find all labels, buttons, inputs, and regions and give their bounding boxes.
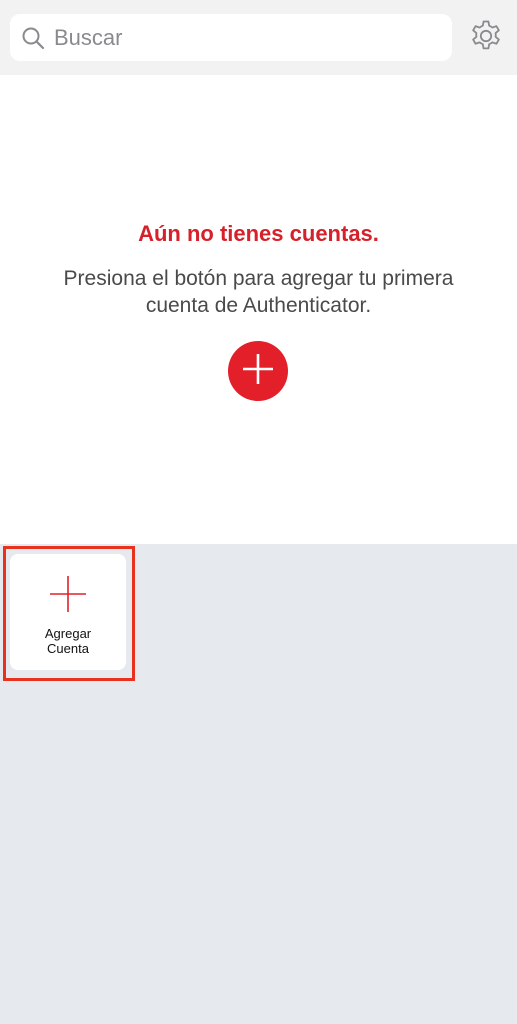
plus-icon bbox=[49, 575, 87, 613]
settings-button[interactable] bbox=[466, 18, 506, 58]
search-box[interactable] bbox=[10, 14, 452, 61]
tile-label-line2: Cuenta bbox=[47, 641, 89, 656]
empty-state-title: Aún no tienes cuentas. bbox=[138, 221, 379, 246]
empty-state-description: Presiona el botón para agregar tu primer… bbox=[63, 267, 454, 317]
add-account-tile-label: Agregar Cuenta bbox=[10, 626, 126, 656]
search-icon bbox=[20, 25, 46, 51]
tile-label-line1: Agregar bbox=[44, 626, 92, 641]
add-account-button[interactable] bbox=[228, 341, 288, 401]
add-account-tile[interactable]: Agregar Cuenta bbox=[10, 554, 126, 670]
plus-icon bbox=[240, 351, 276, 392]
search-input[interactable] bbox=[54, 24, 414, 51]
gear-icon bbox=[468, 18, 504, 59]
empty-state-panel: Aún no tienes cuentas. Presiona el botón… bbox=[0, 75, 517, 544]
top-bar bbox=[0, 0, 517, 75]
